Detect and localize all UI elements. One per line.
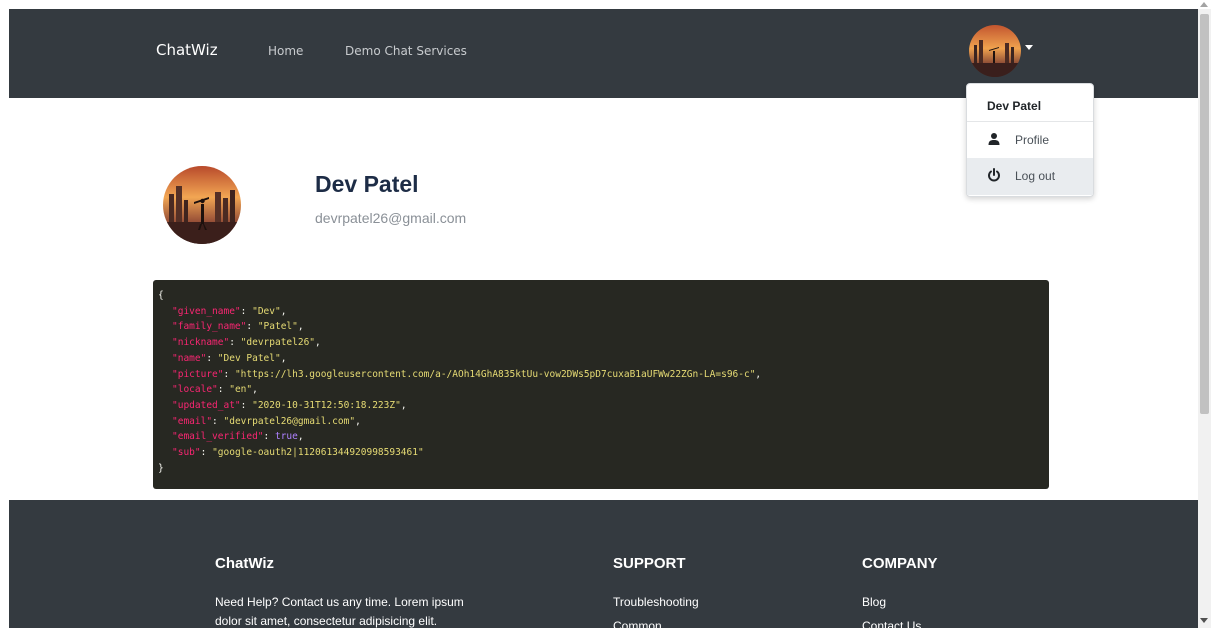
profile-avatar xyxy=(163,166,241,244)
user-icon xyxy=(988,133,1000,145)
nav-link-demo-chat-services[interactable]: Demo Chat Services xyxy=(345,44,467,58)
code-value: "devrpatel26@gmail.com" xyxy=(223,415,356,427)
user-json-code-block: { "given_name": "Dev", "family_name": "P… xyxy=(153,280,1049,489)
footer-link-blog[interactable]: Blog xyxy=(862,595,886,609)
code-value: "Dev Patel" xyxy=(217,352,281,364)
brand-logo[interactable]: ChatWiz xyxy=(156,41,218,59)
code-value: "google-oauth2|112061344920998593461" xyxy=(212,447,424,458)
user-avatar-icon xyxy=(969,25,1021,77)
code-line-picture: "picture": "https://lh3.googleuserconten… xyxy=(172,368,762,380)
code-line-email-verified: "email_verified": true, xyxy=(172,431,304,443)
dropdown-divider xyxy=(967,121,1093,122)
footer-link-troubleshooting[interactable]: Troubleshooting xyxy=(613,595,699,609)
nav-link-home[interactable]: Home xyxy=(268,44,303,58)
code-line-family-name: "family_name": "Patel", xyxy=(172,321,304,333)
code-line-updated-at: "updated_at": "2020-10-31T12:50:18.223Z"… xyxy=(172,399,407,411)
user-dropdown-menu: Dev Patel Profile Log out xyxy=(966,83,1094,197)
code-key: "email_verified" xyxy=(172,431,264,443)
power-icon xyxy=(988,168,1000,182)
dropdown-item-label: Profile xyxy=(1015,133,1050,147)
code-line-nickname: "nickname": "devrpatel26", xyxy=(172,337,321,349)
window-top-border xyxy=(0,0,1211,9)
scroll-up-arrow-icon[interactable] xyxy=(1200,2,1208,7)
code-key: "email" xyxy=(172,415,213,427)
footer-about-text-line2: dolor sit amet, consectetur adipisicing … xyxy=(215,614,438,628)
dropdown-item-label: Log out xyxy=(1015,169,1056,183)
code-line-sub: "sub": "google-oauth2|112061344920998593… xyxy=(172,447,424,458)
code-value: "devrpatel26" xyxy=(240,337,316,349)
page-footer: ChatWiz Need Help? Contact us any time. … xyxy=(9,500,1198,633)
code-line-given-name: "given_name": "Dev", xyxy=(172,305,287,317)
chevron-down-icon[interactable] xyxy=(1025,45,1033,50)
code-value: "https://lh3.googleusercontent.com/a-/AO… xyxy=(234,368,756,380)
code-value: "Dev" xyxy=(252,305,281,317)
footer-link-contact-us[interactable]: Contact Us xyxy=(862,619,921,633)
dropdown-user-name: Dev Patel xyxy=(987,99,1042,113)
footer-about-text-line1: Need Help? Contact us any time. Lorem ip… xyxy=(215,595,464,609)
code-key: "nickname" xyxy=(172,337,230,349)
footer-company-title: COMPANY xyxy=(862,555,938,572)
scrollbar-thumb[interactable] xyxy=(1200,14,1209,414)
code-close-brace: } xyxy=(158,462,164,474)
footer-link-common[interactable]: Common xyxy=(613,619,662,633)
code-line-locale: "locale": "en", xyxy=(172,384,258,396)
profile-name: Dev Patel xyxy=(315,171,419,197)
code-key: "picture" xyxy=(172,368,224,380)
code-key: "name" xyxy=(172,352,207,364)
footer-brand-title: ChatWiz xyxy=(215,555,275,572)
code-value: "2020-10-31T12:50:18.223Z" xyxy=(252,399,401,411)
code-line-email: "email": "devrpatel26@gmail.com", xyxy=(172,415,361,427)
code-open-brace: { xyxy=(158,290,164,301)
code-key: "locale" xyxy=(172,384,218,396)
user-avatar-button[interactable] xyxy=(969,25,1021,77)
code-key: "family_name" xyxy=(172,321,247,333)
code-value: "Patel" xyxy=(257,321,298,333)
code-key: "sub" xyxy=(172,447,201,458)
dropdown-item-profile[interactable]: Profile xyxy=(967,123,1093,158)
code-value: true xyxy=(274,431,298,443)
code-line-name: "name": "Dev Patel", xyxy=(172,352,287,364)
scroll-down-arrow-icon[interactable] xyxy=(1200,618,1208,623)
code-key: "given_name" xyxy=(172,305,241,317)
code-value: "en" xyxy=(229,384,253,396)
code-key: "updated_at" xyxy=(172,399,241,411)
dropdown-item-logout[interactable]: Log out xyxy=(967,158,1093,195)
footer-support-title: SUPPORT xyxy=(613,555,686,572)
profile-photo-icon xyxy=(163,166,241,244)
profile-email: devrpatel26@gmail.com xyxy=(315,210,467,226)
